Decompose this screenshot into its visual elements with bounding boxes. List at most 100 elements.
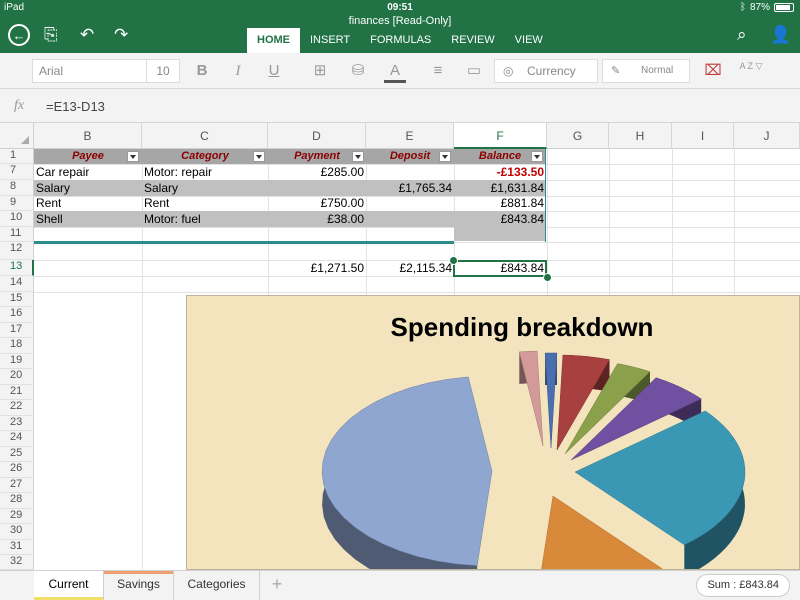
tab-view[interactable]: VIEW [505,28,553,53]
sheet-tab-categories[interactable]: Categories [174,571,260,600]
row-header[interactable]: 16 [0,307,34,323]
selection-handle-top-left[interactable] [449,256,458,265]
sheet-tab-current[interactable]: Current [34,571,104,600]
row-header[interactable]: 12 [0,242,34,260]
select-all-corner[interactable] [0,123,34,149]
column-header-h[interactable]: H [609,123,672,149]
wrap-text-icon[interactable]: ▭ [464,61,484,81]
fill-color-icon[interactable]: ⛁ [348,61,368,81]
row-header[interactable]: 17 [0,323,34,338]
back-arrow-icon[interactable]: ← [8,24,30,46]
column-header-f[interactable]: F [454,123,547,149]
row-header[interactable]: 15 [0,292,34,307]
row-header[interactable]: 18 [0,338,34,354]
column-header-d[interactable]: D [268,123,366,149]
table-cell[interactable]: £38.00 [268,212,364,226]
title-bar: iPad 09:51 ᛒ 87% finances [Read-Only] ← … [0,0,800,53]
search-icon[interactable]: ⌕ [737,24,747,46]
font-picker[interactable]: Arial 10 [32,59,180,83]
bold-button[interactable]: B [194,61,210,81]
row-header[interactable]: 1 [0,149,34,164]
filter-dropdown-icon[interactable] [531,151,543,162]
row-header[interactable]: 22 [0,400,34,416]
table-cell[interactable]: Car repair [36,165,89,179]
worksheet-grid[interactable]: B C D E F G H I J 1 7 8 9 10 11 12 13 14… [0,123,800,570]
align-icon[interactable]: ≡ [428,61,448,81]
header-payee[interactable]: Payee [34,149,142,164]
italic-button[interactable]: I [230,61,246,81]
sheet-tab-savings[interactable]: Savings [104,571,174,600]
row-header[interactable]: 11 [0,227,34,242]
column-header-c[interactable]: C [142,123,268,149]
row-header[interactable]: 19 [0,354,34,369]
file-open-icon[interactable]: ⎘ [44,24,58,46]
total-payment-cell[interactable]: £1,271.50 [268,261,364,275]
filter-dropdown-icon[interactable] [439,151,451,162]
column-header-g[interactable]: G [547,123,609,149]
table-cell[interactable]: £750.00 [268,196,364,210]
row-header[interactable]: 31 [0,540,34,555]
table-cell[interactable]: Shell [36,212,63,226]
selection-handle-bottom-right[interactable] [543,273,552,282]
redo-icon[interactable]: ↷ [114,24,128,46]
table-cell[interactable]: Salary [144,181,178,195]
table-cell[interactable]: £1,765.34 [366,181,452,195]
row-header[interactable]: 30 [0,524,34,540]
font-size-field[interactable]: 10 [147,60,179,82]
cell-style-picker[interactable]: ✎ Normal [602,59,690,83]
table-cell[interactable]: Rent [36,196,61,210]
row-header[interactable]: 7 [0,164,34,180]
font-color-button[interactable]: A [384,61,406,83]
row-header[interactable]: 28 [0,493,34,509]
row-header[interactable]: 8 [0,180,34,196]
clear-format-icon[interactable]: ⌧ [702,61,724,81]
font-name-field[interactable]: Arial [33,60,147,82]
column-header-i[interactable]: I [672,123,734,149]
underline-button[interactable]: U [266,61,282,81]
row-header[interactable]: 23 [0,416,34,431]
pie-chart[interactable]: Spending breakdown [186,295,800,570]
filter-dropdown-icon[interactable] [127,151,139,162]
filter-dropdown-icon[interactable] [253,151,265,162]
header-category[interactable]: Category [142,149,268,164]
tab-insert[interactable]: INSERT [300,28,360,53]
column-header-e[interactable]: E [366,123,454,149]
row-header[interactable]: 13 [0,260,34,276]
column-header-j[interactable]: J [734,123,800,149]
selected-cell-f13[interactable] [453,260,547,277]
tab-formulas[interactable]: FORMULAS [360,28,441,53]
table-cell[interactable]: Salary [36,181,70,195]
row-header[interactable]: 29 [0,509,34,524]
row-header[interactable]: 24 [0,431,34,447]
row-header[interactable]: 20 [0,369,34,385]
row-header[interactable]: 27 [0,478,34,493]
filter-dropdown-icon[interactable] [352,151,364,162]
tab-home[interactable]: HOME [247,28,300,53]
table-cell[interactable]: Rent [144,196,169,210]
table-cell[interactable]: £881.84 [454,196,544,210]
number-format-picker[interactable]: ◎ Currency [494,59,598,83]
column-header-b[interactable]: B [34,123,142,149]
row-header[interactable]: 25 [0,447,34,462]
tab-review[interactable]: REVIEW [441,28,504,53]
row-header[interactable]: 26 [0,462,34,478]
table-cell[interactable]: Motor: repair [144,165,212,179]
share-person-icon[interactable]: 👤 [770,24,791,46]
sort-filter-icon[interactable]: A Z ▽ [738,61,764,81]
undo-icon[interactable]: ↶ [80,24,94,46]
borders-icon[interactable]: ⊞ [310,61,330,81]
table-cell[interactable]: £1,631.84 [454,181,544,195]
table-cell[interactable]: Motor: fuel [144,212,201,226]
table-cell[interactable]: £843.84 [454,212,544,226]
row-header[interactable]: 21 [0,385,34,400]
table-cell[interactable]: £285.00 [268,165,364,179]
table-cell[interactable]: -£133.50 [454,165,544,179]
add-sheet-icon[interactable]: + [262,571,292,600]
function-icon[interactable]: fx [14,98,24,114]
row-header[interactable]: 14 [0,276,34,292]
formula-input[interactable]: =E13-D13 [46,99,105,114]
row-header[interactable]: 10 [0,211,34,227]
row-header[interactable]: 9 [0,196,34,211]
total-deposit-cell[interactable]: £2,115.34 [366,261,453,275]
row-header[interactable]: 32 [0,555,34,570]
